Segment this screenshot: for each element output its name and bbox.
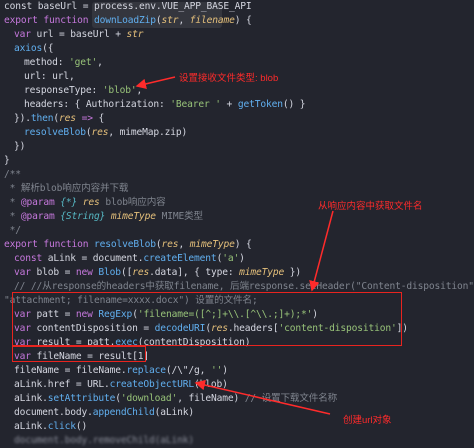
annotation-arrows <box>135 76 334 415</box>
annotation-create-url: 创建url对象 <box>343 415 392 426</box>
annotation-response-type: 设置接收文件类型: blob <box>179 73 279 84</box>
arrow-to-filename-box <box>309 210 334 292</box>
code-editor[interactable]: const baseUrl = process.env.VUE_APP_BASE… <box>0 0 474 446</box>
arrow-to-response-type <box>135 76 176 90</box>
annotation-get-filename: 从响应内容中获取文件名 <box>318 201 423 212</box>
arrow-to-create-url <box>194 379 331 415</box>
